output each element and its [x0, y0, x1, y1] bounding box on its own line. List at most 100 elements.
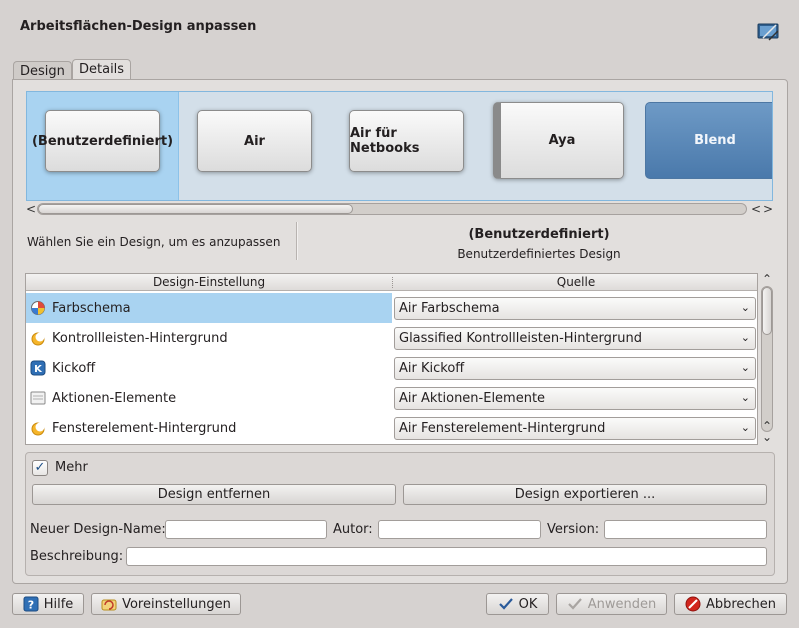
setting-label: Aktionen-Elemente: [52, 390, 177, 406]
chevron-down-icon: ⌄: [740, 331, 750, 344]
new-design-name-input[interactable]: [165, 520, 327, 539]
carousel-scrollbar[interactable]: < < >: [26, 202, 773, 216]
window-title: Arbeitsflächen-Design anpassen: [20, 19, 257, 34]
kickoff-icon: K: [30, 360, 46, 376]
svg-text:K: K: [34, 364, 43, 375]
selected-theme-name: (Benutzerdefiniert): [468, 227, 610, 242]
apply-button[interactable]: Anwenden: [556, 593, 667, 615]
tab-design-label: Design: [20, 64, 65, 79]
setting-cell: Farbschema: [26, 293, 392, 323]
scroll-track[interactable]: [761, 286, 773, 432]
action-elements-icon: [30, 391, 46, 405]
scroll-down-icon[interactable]: ⌄: [762, 430, 772, 444]
setting-cell: K Kickoff: [26, 353, 392, 383]
chevron-down-icon: ⌄: [740, 421, 750, 434]
remove-design-button[interactable]: Design entfernen: [32, 484, 396, 505]
theme-tile-aya[interactable]: Aya: [483, 92, 635, 200]
theme-card-air: Air: [197, 110, 312, 172]
cancel-icon: [685, 596, 701, 612]
tab-details[interactable]: Details: [72, 59, 132, 80]
help-label: Hilfe: [43, 596, 74, 612]
theme-label: Air für Netbooks: [350, 126, 420, 156]
tab-design[interactable]: Design: [13, 61, 72, 80]
chevron-down-icon: ⌄: [740, 301, 750, 314]
panel-background-icon: [31, 332, 45, 346]
help-button[interactable]: ? Hilfe: [12, 593, 84, 615]
scroll-track[interactable]: [37, 203, 747, 215]
setting-label: Farbschema: [52, 300, 131, 316]
scroll-thumb[interactable]: [762, 287, 772, 335]
setting-cell: Aktionen-Elemente: [26, 383, 392, 413]
theme-card-aya: Aya: [493, 102, 624, 179]
theme-tile-custom[interactable]: (Benutzerdefiniert): [27, 92, 179, 200]
cancel-button[interactable]: Abbrechen: [674, 593, 787, 615]
scroll-up-icon[interactable]: ⌃: [762, 272, 772, 286]
theme-label: (Benutzerdefiniert): [31, 133, 174, 149]
description-input[interactable]: [126, 547, 767, 566]
selected-theme-description: Benutzerdefiniertes Design: [457, 247, 621, 261]
widget-background-icon: [31, 422, 45, 436]
defaults-button[interactable]: Voreinstellungen: [91, 593, 241, 615]
cancel-label: Abbrechen: [705, 596, 777, 612]
theme-card-blend: Blend: [645, 102, 772, 179]
choose-theme-hint: Wählen Sie ein Design, um es anzupassen: [27, 235, 281, 249]
table-row[interactable]: K Kickoff Air Kickoff ⌄: [26, 353, 757, 383]
column-header-source[interactable]: Quelle: [393, 275, 757, 289]
setting-label: Kontrollleisten-Hintergrund: [52, 330, 228, 346]
divider: [296, 222, 298, 260]
source-value: Glassified Kontrollleisten-Hintergrund: [399, 331, 642, 346]
source-select[interactable]: Air Kickoff ⌄: [394, 357, 756, 380]
table-row[interactable]: Fensterelement-Hintergrund Air Fensterel…: [26, 413, 757, 443]
scroll-left-icon[interactable]: <: [26, 202, 36, 216]
scroll-thumb[interactable]: [38, 204, 353, 214]
table-row[interactable]: Aktionen-Elemente Air Aktionen-Elemente …: [26, 383, 757, 413]
svg-text:?: ?: [28, 599, 34, 612]
defaults-label: Voreinstellungen: [122, 596, 231, 612]
source-select[interactable]: Air Aktionen-Elemente ⌄: [394, 387, 756, 410]
theme-tile-air-netbooks[interactable]: Air für Netbooks: [331, 92, 483, 200]
table-row[interactable]: Kontrollleisten-Hintergrund Glassified K…: [26, 323, 757, 353]
theme-settings-table: Design-Einstellung Quelle Farbschema Air…: [25, 273, 758, 445]
version-input[interactable]: [604, 520, 767, 539]
table-scrollbar[interactable]: ⌃ ⌃ ⌄: [760, 272, 774, 445]
chevron-down-icon: ⌄: [740, 391, 750, 404]
ok-label: OK: [518, 596, 538, 612]
table-header: Design-Einstellung Quelle: [26, 274, 757, 291]
version-label: Version:: [547, 522, 600, 537]
setting-label: Fensterelement-Hintergrund: [52, 420, 237, 436]
table-row[interactable]: Farbschema Air Farbschema ⌄: [26, 293, 757, 323]
desktop-theme-icon: [757, 23, 779, 41]
new-design-name-label: Neuer Design-Name:: [30, 522, 166, 537]
scroll-left-icon[interactable]: <: [751, 202, 761, 216]
source-select[interactable]: Air Fensterelement-Hintergrund ⌄: [394, 417, 756, 440]
remove-design-label: Design entfernen: [157, 487, 271, 502]
theme-tile-blend[interactable]: Blend: [635, 92, 772, 200]
theme-tile-air[interactable]: Air: [179, 92, 331, 200]
description-label: Beschreibung:: [30, 549, 124, 564]
theme-card-air-netbooks: Air für Netbooks: [349, 110, 464, 172]
more-checkbox[interactable]: ✓: [32, 460, 48, 476]
source-select[interactable]: Air Farbschema ⌄: [394, 297, 756, 320]
export-design-button[interactable]: Design exportieren ...: [403, 484, 767, 505]
theme-label: Aya: [548, 133, 576, 148]
defaults-icon: [101, 599, 117, 611]
ok-button[interactable]: OK: [486, 593, 549, 615]
setting-label: Kickoff: [52, 360, 96, 376]
author-label: Autor:: [333, 522, 373, 537]
theme-carousel: (Benutzerdefiniert) Air Air für Netbooks…: [26, 91, 773, 201]
column-header-setting[interactable]: Design-Einstellung: [26, 275, 392, 289]
tab-details-label: Details: [79, 62, 125, 77]
author-input[interactable]: [378, 520, 541, 539]
scroll-right-icon[interactable]: >: [763, 202, 773, 216]
more-checkbox-label[interactable]: Mehr: [55, 460, 88, 475]
source-value: Air Aktionen-Elemente: [399, 391, 546, 406]
color-scheme-icon: [31, 301, 45, 315]
setting-cell: Kontrollleisten-Hintergrund: [26, 323, 392, 353]
theme-label: Air: [244, 133, 265, 149]
check-icon: [567, 598, 582, 610]
theme-label: Blend: [694, 133, 736, 148]
export-design-label: Design exportieren ...: [514, 487, 656, 502]
source-select[interactable]: Glassified Kontrollleisten-Hintergrund ⌄: [394, 327, 756, 350]
source-value: Air Fensterelement-Hintergrund: [399, 421, 606, 436]
check-icon: [498, 598, 513, 610]
